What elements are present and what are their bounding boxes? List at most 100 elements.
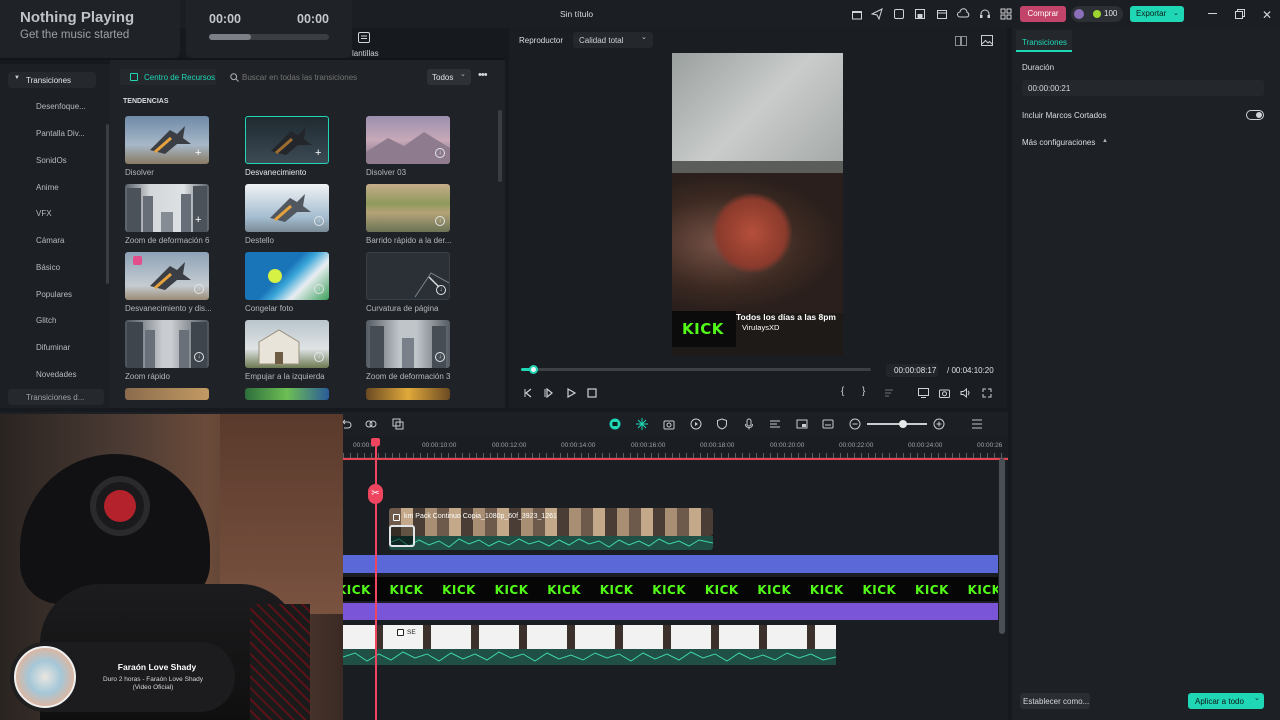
monitor-icon[interactable] (918, 388, 929, 398)
subtitle-icon[interactable] (822, 418, 834, 430)
transition-thumb-curvatura-pagina[interactable]: ↓ (366, 252, 450, 300)
shield-icon[interactable] (716, 418, 728, 430)
close-icon[interactable]: ✕ (1262, 8, 1272, 22)
add-icon[interactable]: + (195, 147, 201, 159)
sidebar-item[interactable]: Cámara (36, 236, 64, 245)
sidebar-item[interactable]: Glitch (36, 316, 56, 325)
caret-up-icon[interactable]: ▲ (1102, 138, 1108, 144)
text-lines-icon[interactable] (769, 418, 781, 430)
resources-scrollbar[interactable] (498, 110, 502, 182)
send-icon[interactable] (871, 8, 883, 20)
zoom-slider[interactable] (867, 420, 927, 428)
detach-icon[interactable] (365, 418, 377, 430)
transition-thumb-desvanecimiento[interactable]: + (245, 116, 329, 164)
restore-icon[interactable] (1235, 9, 1245, 19)
transition-marker[interactable] (389, 525, 415, 547)
set-as-button[interactable]: Establecer como... (1020, 693, 1090, 709)
download-icon[interactable]: ↓ (435, 216, 445, 226)
headset-icon[interactable] (979, 8, 991, 20)
transition-thumb-partial[interactable] (125, 388, 209, 400)
stop-icon[interactable] (587, 388, 597, 398)
transition-thumb-destello[interactable]: ↓ (245, 184, 329, 232)
export-button[interactable]: Exportar ⌄ (1130, 6, 1184, 22)
play-step-icon[interactable] (544, 388, 554, 398)
quality-dropdown[interactable]: Calidad total ⌄ (573, 32, 653, 48)
sidebar-item[interactable]: Anime (36, 183, 59, 192)
playhead-head[interactable] (371, 438, 380, 446)
resource-center-tab[interactable]: Centro de Recursos (120, 69, 216, 85)
copy-icon[interactable] (392, 418, 404, 430)
sidebar-scrollbar[interactable] (106, 124, 109, 284)
download-icon[interactable]: ↓ (194, 284, 204, 294)
playback-scrubber[interactable] (521, 365, 871, 374)
sidebar-item[interactable]: Populares (36, 290, 72, 299)
template-icon[interactable] (893, 8, 905, 20)
kick-track[interactable]: KICK KICK KICK KICK KICK KICK KICK KICK … (343, 577, 998, 601)
transition-thumb-disolver-03[interactable]: ↓ (366, 116, 450, 164)
transition-thumb-congelar-foto[interactable]: ↓ (245, 252, 329, 300)
download-icon[interactable]: ↓ (314, 216, 324, 226)
apply-all-button[interactable]: Aplicar a todo ⌄ (1188, 693, 1264, 709)
sidebar-item[interactable]: Desenfoque... (36, 102, 86, 111)
scissors-icon[interactable]: ✂ (368, 484, 383, 504)
grid-icon[interactable] (1000, 8, 1012, 20)
previous-frame-icon[interactable] (523, 388, 533, 398)
download-icon[interactable]: ↓ (435, 352, 445, 362)
pip-icon[interactable] (796, 418, 808, 430)
transition-thumb-partial[interactable] (245, 388, 329, 400)
sidebar-item[interactable]: Novedades (36, 370, 76, 379)
buy-button[interactable]: Comprar (1020, 6, 1066, 22)
zoom-in-icon[interactable] (933, 418, 945, 430)
blue-overlay-clip[interactable] (343, 555, 998, 573)
box-icon[interactable] (936, 8, 948, 20)
download-icon[interactable]: ↓ (194, 352, 204, 362)
download-icon[interactable]: ↓ (435, 148, 445, 158)
sidebar-footer[interactable]: Transiciones d... (8, 389, 104, 405)
save-icon[interactable] (914, 8, 926, 20)
transition-thumb-zoom-deformacion-3[interactable]: ↓ (366, 320, 450, 368)
download-icon[interactable]: ↓ (436, 285, 446, 295)
sidebar-item[interactable]: Pantalla Div... (36, 129, 85, 138)
timeline-ruler[interactable]: 00:00:00 00:00:10:00 00:00:12:00 00:00:1… (343, 436, 1008, 458)
video-clip-1[interactable]: km Pack Continuo Copia_1080p_60f_3923_12… (389, 508, 713, 536)
transition-thumb-partial[interactable] (366, 388, 450, 400)
current-time[interactable]: 00:00:08:17 (886, 364, 938, 377)
search-input[interactable] (242, 70, 422, 84)
transition-thumb-zoom-rapido[interactable]: ↓ (125, 320, 209, 368)
download-icon[interactable]: ↓ (314, 352, 324, 362)
play-icon[interactable] (566, 388, 576, 398)
cloud-icon[interactable] (957, 8, 970, 20)
download-icon[interactable]: ↓ (314, 284, 324, 294)
video-clip-2[interactable]: SE (343, 625, 836, 649)
playhead-line[interactable] (375, 440, 377, 720)
filter-dropdown[interactable]: Todos ⌄ (427, 69, 471, 85)
mark-out-icon[interactable]: } (862, 386, 865, 397)
gift-icon[interactable] (851, 8, 863, 20)
more-options-icon[interactable]: ••• (478, 69, 488, 81)
microphone-icon[interactable] (743, 418, 755, 430)
more-settings-label[interactable]: Más configuraciones (1022, 138, 1095, 147)
image-icon[interactable] (981, 35, 993, 46)
transition-thumb-disolver[interactable]: + (125, 116, 209, 164)
layout-grid-icon[interactable] (971, 418, 983, 430)
add-icon[interactable]: + (195, 214, 201, 226)
duration-input[interactable]: 00:00:00:21 (1022, 80, 1264, 96)
sidebar-item[interactable]: SonidOs (36, 156, 67, 165)
zoom-slider-knob[interactable] (899, 420, 907, 428)
transition-thumb-empujar-izquierda[interactable]: ↓ (245, 320, 329, 368)
playback-handle[interactable] (529, 365, 539, 374)
speed-icon[interactable] (690, 418, 702, 430)
camera-icon[interactable] (663, 418, 675, 430)
sidebar-item[interactable]: Difuminar (36, 343, 70, 352)
sidebar-item[interactable]: VFX (36, 209, 52, 218)
transition-thumb-desvanecimiento-dis[interactable]: ↓ (125, 252, 209, 300)
sidebar-item[interactable]: Básico (36, 263, 60, 272)
mark-in-icon[interactable]: { (841, 386, 844, 397)
volume-icon[interactable] (960, 388, 971, 398)
timeline-scrollbar[interactable] (999, 458, 1005, 634)
tab-transiciones[interactable]: Transiciones (1016, 30, 1072, 52)
sidebar-header[interactable]: ▼ Transiciones (8, 72, 96, 88)
credits-badge[interactable]: 100 (1071, 6, 1123, 22)
compare-view-icon[interactable] (955, 36, 967, 46)
fullscreen-icon[interactable] (982, 388, 992, 398)
